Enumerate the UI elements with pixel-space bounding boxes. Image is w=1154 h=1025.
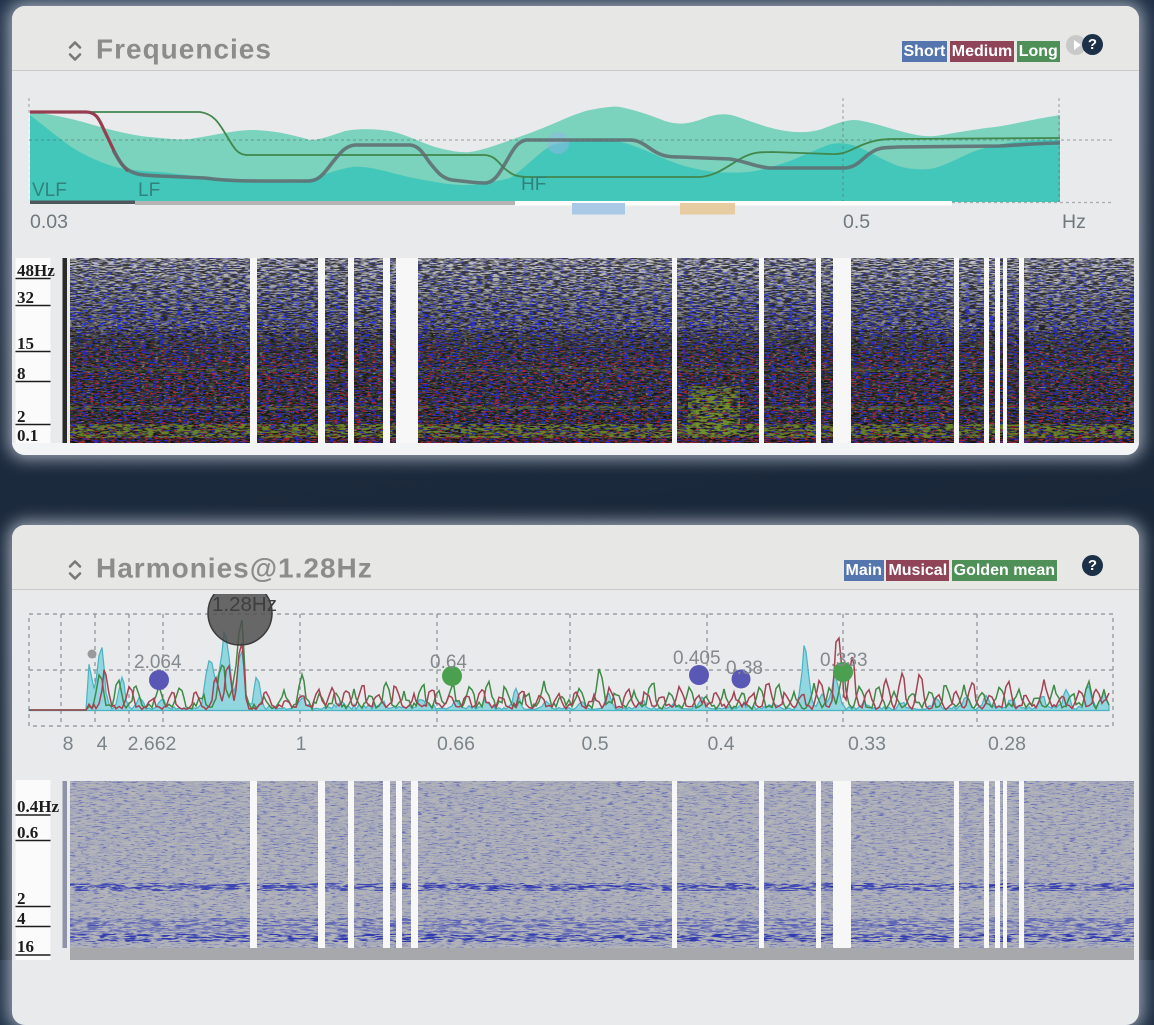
svg-text:8: 8	[63, 733, 74, 755]
svg-text:0.4Hz: 0.4Hz	[17, 797, 59, 816]
svg-text:HF: HF	[521, 174, 546, 195]
svg-text:0.1: 0.1	[17, 426, 38, 445]
svg-text:0.03: 0.03	[30, 211, 68, 233]
svg-text:0.66: 0.66	[437, 733, 475, 755]
svg-text:8: 8	[17, 364, 26, 383]
svg-text:2.662: 2.662	[128, 733, 177, 755]
svg-text:1.28Hz: 1.28Hz	[212, 593, 277, 616]
svg-text:0.28: 0.28	[988, 733, 1026, 755]
svg-text:2: 2	[17, 889, 26, 908]
svg-text:0.5: 0.5	[843, 211, 870, 233]
svg-text:48Hz: 48Hz	[17, 261, 55, 280]
svg-text:32: 32	[17, 288, 34, 307]
svg-text:2.064: 2.064	[134, 652, 182, 673]
svg-text:LF: LF	[138, 180, 160, 201]
svg-text:0.5: 0.5	[581, 733, 608, 755]
svg-text:1: 1	[296, 733, 307, 755]
svg-text:Hz: Hz	[1062, 211, 1086, 233]
svg-text:0.6: 0.6	[17, 823, 38, 842]
svg-text:0.4: 0.4	[707, 733, 734, 755]
svg-text:4: 4	[97, 733, 108, 755]
svg-text:VLF: VLF	[32, 180, 67, 201]
svg-text:2: 2	[17, 407, 26, 426]
svg-text:0.38: 0.38	[726, 658, 763, 679]
svg-text:15: 15	[17, 334, 34, 353]
svg-text:0.64: 0.64	[430, 652, 467, 673]
svg-text:16: 16	[17, 937, 34, 956]
svg-text:0.333: 0.333	[820, 650, 868, 671]
svg-text:4: 4	[17, 909, 26, 928]
svg-text:0.33: 0.33	[848, 733, 886, 755]
svg-text:0.405: 0.405	[673, 648, 721, 669]
